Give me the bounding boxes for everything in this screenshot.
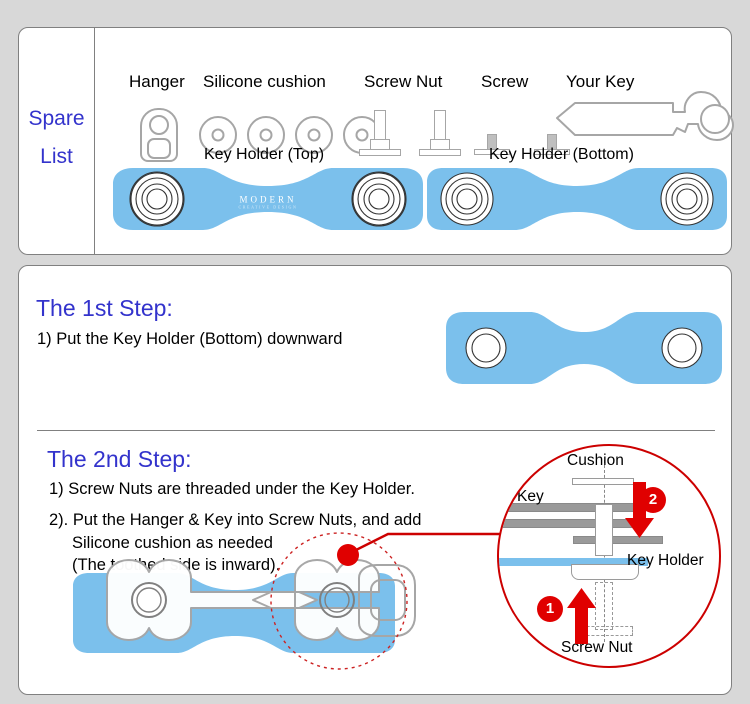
key-holder-bottom-graphic [423, 164, 731, 239]
screw-nut-base [359, 149, 401, 156]
magnified-cross-section: 1 2 Cushion Key Key Holder Screw Nut [497, 444, 721, 668]
screw-nut-post [374, 110, 386, 140]
screw-nut-icon [419, 110, 461, 160]
spare-list-card: Spare List Hanger Silicone cushion Screw… [18, 27, 734, 255]
label-cushion: Cushion [567, 452, 624, 469]
spare-list-label-line1: Spare [28, 107, 85, 130]
subtitle-key-holder-top: Key Holder (Top) [204, 146, 325, 163]
part-title-screw-nut: Screw Nut [364, 72, 443, 91]
label-key-holder: Key Holder [627, 552, 704, 569]
hanger-round-hole [149, 115, 169, 135]
subtitle-key-holder-bottom: Key Holder (Bottom) [489, 146, 634, 163]
hanger-icon [140, 108, 178, 162]
label-key: Key [517, 488, 544, 505]
part-title-screw: Screw [481, 72, 529, 91]
screw-nut-icon [359, 110, 401, 160]
steps-card: The 1st Step: 1) Put the Key Holder (Bot… [18, 265, 732, 695]
screw-nut-base [419, 149, 461, 156]
key-holder-top-graphic: MODERN CREATIVE DESIGN [109, 164, 427, 239]
step-badge-1: 1 [537, 596, 563, 622]
part-title-silicone-cushion: Silicone cushion [203, 72, 326, 91]
key-bar-lower [499, 519, 638, 528]
screw-nut-shaft [595, 504, 613, 556]
step-badge-2: 2 [640, 487, 666, 513]
spare-list-label-line2: List [40, 145, 73, 168]
arrow-up-icon [567, 588, 596, 644]
part-title-hanger: Hanger [129, 72, 185, 91]
hanger-square-hole [147, 138, 171, 159]
spare-list-divider [94, 28, 95, 254]
screw-nut-post [434, 110, 446, 140]
